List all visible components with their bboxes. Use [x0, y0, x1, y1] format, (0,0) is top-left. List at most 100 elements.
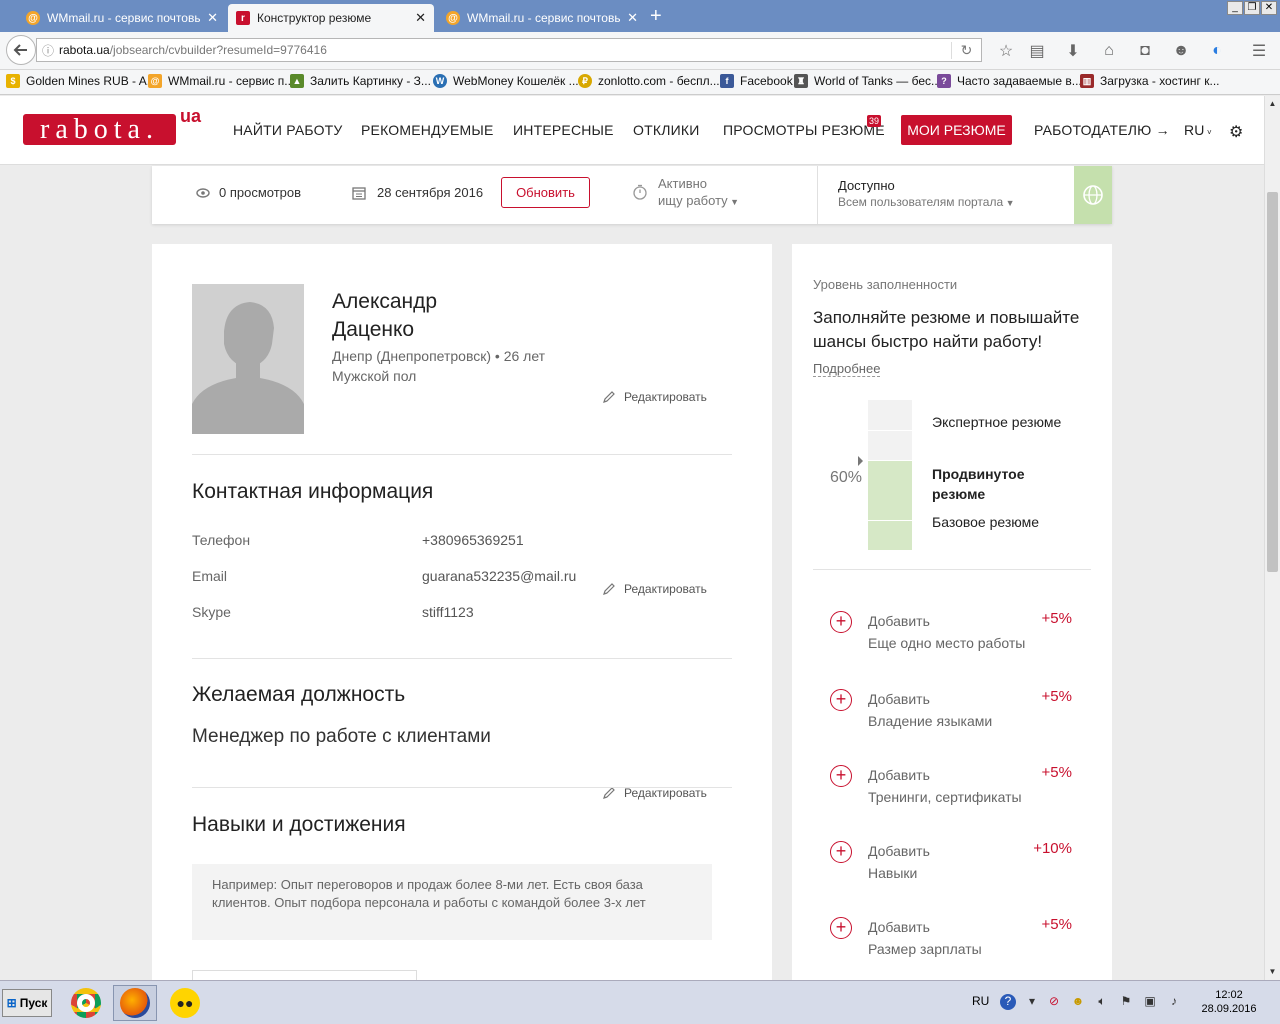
- volume-icon[interactable]: 🔈︎: [1094, 994, 1110, 1010]
- reload-icon[interactable]: ↻: [951, 41, 981, 59]
- bookmark-item[interactable]: ₽ zonlotto.com - беспл...: [578, 74, 720, 88]
- add-button[interactable]: [192, 970, 417, 980]
- plus-circle-icon[interactable]: +: [830, 917, 852, 939]
- speaker-icon[interactable]: ♪: [1166, 994, 1182, 1010]
- sync-icon[interactable]: ◐: [1207, 41, 1227, 61]
- bookmark-item[interactable]: ▥ Загрузка - хостинг к...: [1080, 74, 1220, 88]
- extension-icon[interactable]: ☻: [1171, 41, 1191, 61]
- clock[interactable]: 12:02 28.09.2016: [1192, 988, 1266, 1016]
- divider: [192, 658, 732, 659]
- plus-circle-icon[interactable]: +: [830, 689, 852, 711]
- bookmark-item[interactable]: ▲ Залить Картинку - З...: [290, 74, 431, 88]
- scroll-up-icon[interactable]: ▲: [1265, 96, 1280, 112]
- minimize-button[interactable]: _: [1227, 1, 1243, 15]
- add-bonus: +5%: [1041, 916, 1072, 933]
- gear-icon[interactable]: ⚙: [1229, 122, 1243, 142]
- bookmark-item[interactable]: W WebMoney Кошелёк ...: [433, 74, 579, 88]
- bar-segment: [868, 431, 912, 460]
- site-logo[interactable]: rabota.: [23, 114, 176, 145]
- plus-circle-icon[interactable]: +: [830, 841, 852, 863]
- edit-profile-link[interactable]: Редактировать: [602, 390, 707, 404]
- bookmark-item[interactable]: $ Golden Mines RUB - A...: [6, 74, 157, 88]
- nav-interesting[interactable]: ИНТЕРЕСНЫЕ: [513, 122, 614, 138]
- add-action[interactable]: Добавить: [868, 691, 930, 707]
- add-action[interactable]: Добавить: [868, 613, 930, 629]
- add-languages[interactable]: + Добавить Владение языками +5%: [830, 684, 1080, 730]
- add-action[interactable]: Добавить: [868, 843, 930, 859]
- tab-resume-builder[interactable]: r Конструктор резюме ✕: [228, 4, 434, 32]
- bookmark-item[interactable]: f Facebook: [720, 74, 793, 88]
- clock-time: 12:02: [1215, 989, 1243, 1001]
- chrome-app[interactable]: [64, 985, 108, 1021]
- bookmark-star-icon[interactable]: ☆: [996, 41, 1016, 61]
- site-info-icon[interactable]: ⓘ: [37, 42, 59, 59]
- add-salary[interactable]: + Добавить Размер зарплаты +5%: [830, 912, 1080, 958]
- ghost-app[interactable]: ●●: [163, 985, 207, 1021]
- plus-circle-icon[interactable]: +: [830, 611, 852, 633]
- nav-my-resumes[interactable]: МОИ РЕЗЮМЕ: [901, 115, 1012, 145]
- close-window-button[interactable]: ✕: [1261, 1, 1277, 15]
- close-tab-icon[interactable]: ✕: [207, 10, 218, 26]
- back-button[interactable]: [6, 35, 36, 65]
- globe-icon[interactable]: [1074, 166, 1112, 224]
- add-action[interactable]: Добавить: [868, 767, 930, 783]
- reading-list-icon[interactable]: ▤: [1027, 41, 1047, 61]
- network-icon[interactable]: ▣: [1142, 994, 1158, 1010]
- visibility-value: Всем пользователям портала: [838, 195, 1004, 209]
- flag-icon[interactable]: ⚑: [1118, 994, 1134, 1010]
- new-tab-button[interactable]: +: [650, 6, 662, 26]
- refresh-button[interactable]: Обновить: [501, 177, 590, 208]
- menu-icon[interactable]: ☰: [1249, 41, 1269, 61]
- nav-responses[interactable]: ОТКЛИКИ: [633, 122, 699, 138]
- close-tab-icon[interactable]: ✕: [415, 10, 426, 26]
- add-label: Навыки: [868, 865, 918, 881]
- edit-position-link[interactable]: Редактировать: [602, 786, 707, 800]
- activity-dropdown[interactable]: ищу работу ▼: [658, 193, 739, 208]
- visibility-dropdown[interactable]: Всем пользователям портала ▼: [838, 195, 1015, 209]
- bookmark-item[interactable]: ? Часто задаваемые в...: [937, 74, 1082, 88]
- nav-recommended[interactable]: РЕКОМЕНДУЕМЫЕ: [361, 122, 494, 138]
- tab-wmmail-1[interactable]: @ WMmail.ru - сервис почтовы... ✕: [18, 4, 226, 32]
- skills-placeholder[interactable]: Например: Опыт переговоров и продаж боле…: [192, 864, 712, 940]
- help-icon[interactable]: ?: [1000, 994, 1016, 1010]
- bookmark-item[interactable]: @ WMmail.ru - сервис п...: [148, 74, 294, 88]
- tab-title: WMmail.ru - сервис почтовы...: [467, 11, 622, 25]
- nav-employer[interactable]: РАБОТОДАТЕЛЮ →: [1034, 122, 1170, 138]
- add-skills[interactable]: + Добавить Навыки +10%: [830, 836, 1080, 882]
- language-selector[interactable]: RU ˅: [1184, 122, 1212, 138]
- add-trainings[interactable]: + Добавить Тренинги, сертификаты +5%: [830, 760, 1080, 806]
- bookmark-label: Golden Mines RUB - A...: [26, 74, 157, 88]
- url-text[interactable]: rabota.ua/jobsearch/cvbuilder?resumeId=9…: [59, 43, 951, 57]
- tab-wmmail-2[interactable]: @ WMmail.ru - сервис почтовы... ✕: [438, 4, 646, 32]
- bar-segment: [868, 521, 912, 550]
- cyberghost-icon[interactable]: ☻: [1070, 994, 1086, 1010]
- close-tab-icon[interactable]: ✕: [627, 10, 638, 26]
- plus-circle-icon[interactable]: +: [830, 765, 852, 787]
- avatar[interactable]: [192, 284, 304, 434]
- add-work-place[interactable]: + Добавить Еще одно место работы +5%: [830, 606, 1080, 652]
- home-icon[interactable]: ⌂: [1099, 41, 1119, 61]
- page-scrollbar[interactable]: ▲ ▼: [1264, 96, 1280, 980]
- more-link[interactable]: Подробнее: [813, 361, 881, 377]
- downloads-icon[interactable]: ⬇: [1063, 41, 1083, 61]
- bookmark-item[interactable]: ♜ World of Tanks — бес...: [794, 74, 941, 88]
- scrollbar-thumb[interactable]: [1267, 192, 1278, 572]
- nav-find-job[interactable]: НАЙТИ РАБОТУ: [233, 122, 343, 138]
- resume-card: Александр Даценко Днепр (Днепропетровск)…: [152, 244, 772, 980]
- address-bar[interactable]: ⓘ rabota.ua/jobsearch/cvbuilder?resumeId…: [36, 38, 982, 62]
- nav-resume-views[interactable]: ПРОСМОТРЫ РЕЗЮМЕ: [723, 122, 885, 138]
- antivirus-icon[interactable]: ⊘: [1046, 994, 1062, 1010]
- add-action[interactable]: Добавить: [868, 919, 930, 935]
- maximize-button[interactable]: ❐: [1244, 1, 1260, 15]
- edit-contacts-link[interactable]: Редактировать: [602, 582, 707, 596]
- tab-bar: @ WMmail.ru - сервис почтовы... ✕ r Конс…: [0, 0, 1280, 32]
- firefox-app[interactable]: [113, 985, 157, 1021]
- site-logo-suffix[interactable]: ua: [180, 106, 201, 127]
- start-button[interactable]: ⊞ Пуск: [2, 989, 52, 1017]
- skills-title: Навыки и достижения: [192, 813, 406, 836]
- pocket-icon[interactable]: ◘: [1135, 41, 1155, 61]
- bookmark-favicon-icon: ▥: [1080, 74, 1094, 88]
- tray-expand-icon[interactable]: ▾: [1024, 994, 1040, 1010]
- keyboard-language[interactable]: RU: [972, 994, 989, 1008]
- scroll-down-icon[interactable]: ▼: [1265, 964, 1280, 980]
